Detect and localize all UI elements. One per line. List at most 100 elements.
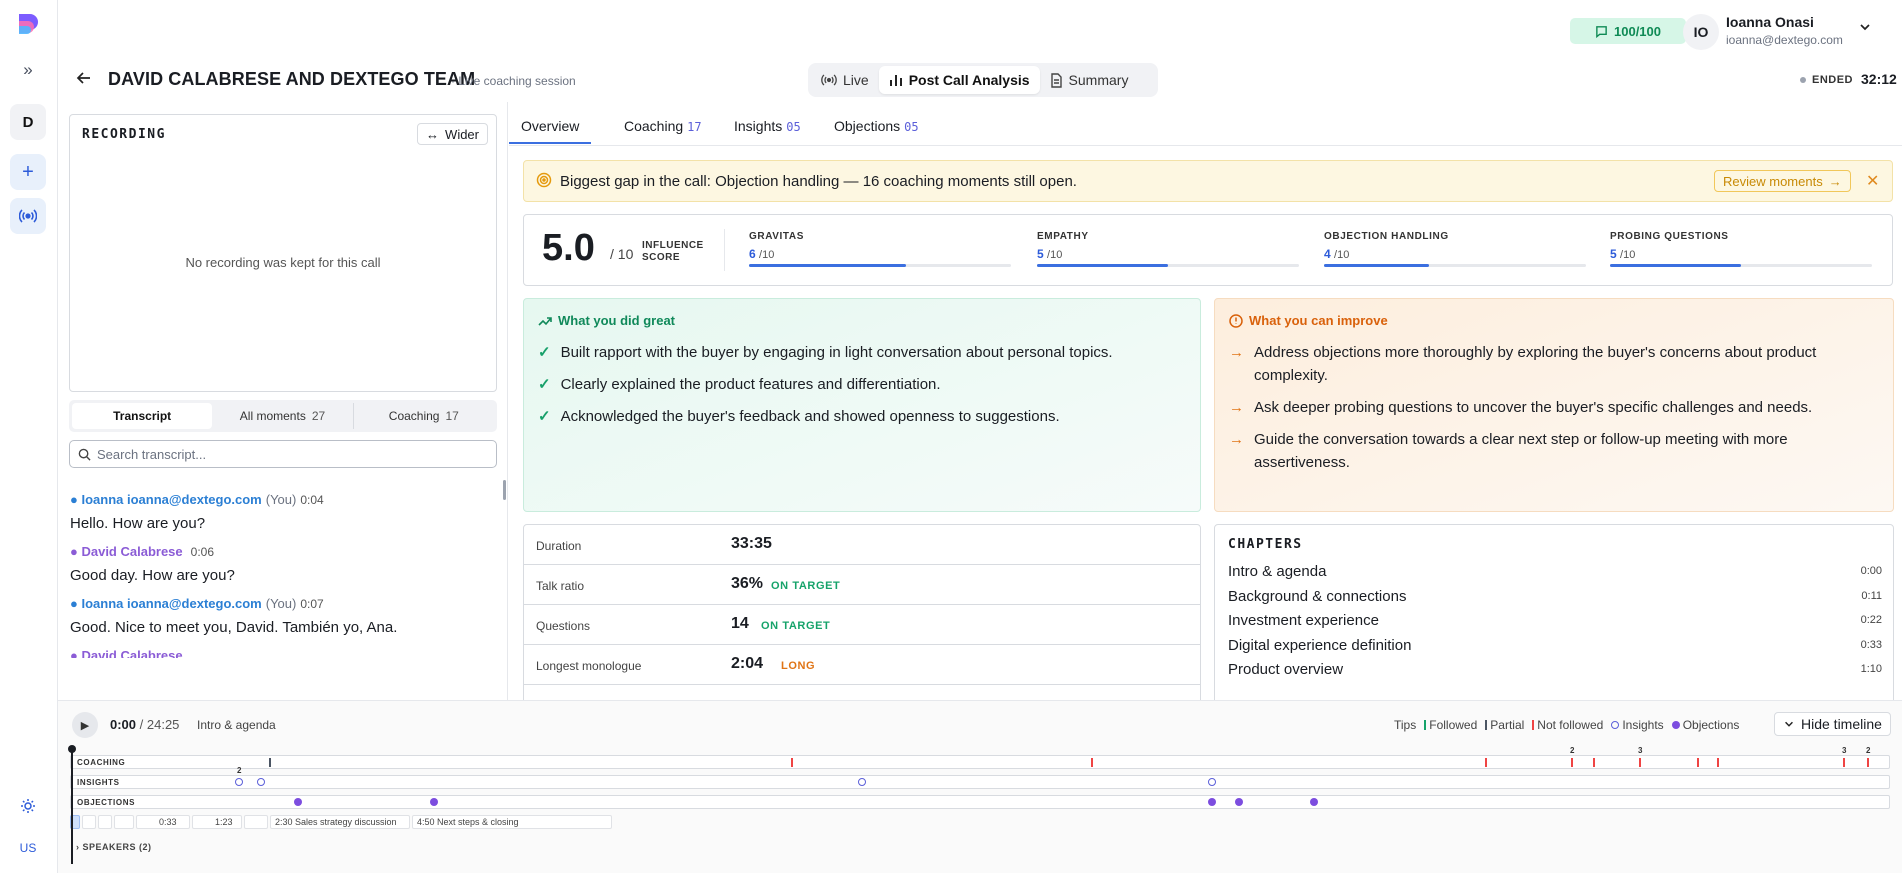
coaching-marker[interactable]	[1593, 758, 1595, 767]
chapter-segment[interactable]	[114, 815, 134, 829]
mode-live-label: Live	[843, 72, 869, 88]
objection-marker[interactable]	[430, 798, 438, 806]
chapter-segment[interactable]: 4:50 Next steps & closing	[412, 815, 612, 829]
tab-coaching[interactable]: Coaching 17	[354, 403, 494, 429]
search-transcript-input[interactable]: Search transcript...	[69, 440, 497, 468]
metric-name: PROBING QUESTIONS	[1610, 231, 1729, 242]
message-speaker: ● Ioanna ioanna@dextego.com (You) 0:04	[70, 492, 508, 507]
current-chapter: Intro & agenda	[197, 718, 276, 732]
bar-chart-icon	[889, 75, 902, 86]
new-session-button[interactable]: +	[10, 154, 46, 190]
tab-all-moments[interactable]: All moments 27	[212, 403, 354, 429]
tab-overview[interactable]: Overview	[509, 118, 592, 144]
objection-marker[interactable]	[294, 798, 302, 806]
theme-toggle-sun-icon[interactable]	[10, 788, 46, 824]
coaching-lane[interactable]: COACHING 2 3 3 2	[70, 746, 1890, 769]
coaching-marker[interactable]	[1485, 758, 1487, 767]
back-arrow-icon[interactable]	[76, 70, 92, 91]
expand-horizontal-icon: ↔	[426, 126, 440, 142]
legend-partial: Partial	[1485, 718, 1524, 732]
metric-value: 4 /10	[1324, 247, 1350, 261]
chapter-segment[interactable]	[82, 815, 96, 829]
list-item: ✓ Acknowledged the buyer's feedback and s…	[538, 405, 1178, 428]
tab-coaching[interactable]: Coaching 17	[624, 118, 702, 134]
transcript-tabs: Transcript All moments 27 Coaching 17	[69, 400, 497, 432]
chapter-segment[interactable]: 0:33	[136, 815, 190, 829]
review-moments-button[interactable]: Review moments →	[1714, 170, 1851, 192]
insight-marker[interactable]	[235, 778, 243, 786]
coaching-marker[interactable]	[791, 758, 793, 767]
chapter-segment[interactable]	[244, 815, 268, 829]
credits-badge[interactable]: 100/100	[1570, 18, 1686, 44]
chapter-item[interactable]: Intro & agenda 0:00	[1228, 563, 1882, 587]
coaching-marker[interactable]	[1571, 758, 1573, 767]
objections-lane[interactable]: OBJECTIONS	[70, 795, 1890, 809]
insight-marker[interactable]	[1208, 778, 1216, 786]
message-speaker: ● David Calabrese 0:06	[70, 544, 508, 559]
insights-lane[interactable]: INSIGHTS 2	[70, 766, 1890, 789]
coaching-marker[interactable]	[1697, 758, 1699, 767]
chapter-segment[interactable]: 2:30 Sales strategy discussion	[270, 815, 410, 829]
lane-label: COACHING	[77, 758, 126, 767]
insight-marker[interactable]	[858, 778, 866, 786]
chapter-item[interactable]: Digital experience definition 0:33	[1228, 637, 1882, 661]
speaker-dot: ●	[70, 596, 82, 611]
arrow-right-icon: →	[1229, 431, 1244, 448]
transcript-list: ● Ioanna ioanna@dextego.com (You) 0:04 Hell…	[58, 480, 508, 700]
chevron-down-icon[interactable]	[1858, 20, 1872, 37]
arrow-right-icon: →	[1229, 399, 1244, 416]
app-logo[interactable]	[16, 12, 40, 38]
mode-live[interactable]: Live	[811, 66, 879, 94]
strengths-list: ✓ Built rapport with the buyer by engagin…	[538, 341, 1178, 437]
expand-sidebar-icon[interactable]: »	[10, 52, 46, 88]
chapter-item[interactable]: Background & connections 0:11	[1228, 588, 1882, 612]
coaching-marker[interactable]	[1717, 758, 1719, 767]
chapter-segment[interactable]: 1:23	[192, 815, 242, 829]
tab-objections[interactable]: Objections 05	[834, 118, 919, 134]
speakers-toggle[interactable]: › SPEAKERS (2)	[76, 842, 152, 852]
transcript-message[interactable]: ● David Calabrese 0:06 Good day. How are y…	[70, 544, 508, 584]
insight-marker[interactable]	[257, 778, 265, 786]
tab-label: Overview	[521, 118, 580, 134]
divider	[724, 229, 725, 271]
locale-selector[interactable]: US	[10, 830, 46, 866]
objection-marker[interactable]	[1310, 798, 1318, 806]
no-recording-message: No recording was kept for this call	[185, 255, 381, 270]
chapter-segment[interactable]	[98, 815, 112, 829]
message-time: 0:06	[190, 545, 214, 559]
play-button[interactable]: ▶	[72, 712, 98, 738]
playhead[interactable]	[68, 745, 76, 864]
coaching-marker[interactable]	[269, 758, 271, 767]
transcript-message[interactable]: ● Ioanna ioanna@dextego.com (You) 0:07 Good…	[70, 596, 508, 636]
legend-not-followed: Not followed	[1532, 718, 1603, 732]
tab-transcript[interactable]: Transcript	[72, 403, 213, 429]
tab-insights[interactable]: Insights 05	[734, 118, 801, 134]
marker-count: 3	[1638, 746, 1643, 755]
hide-timeline-button[interactable]: Hide timeline	[1774, 712, 1891, 736]
transcript-scrollbar[interactable]	[503, 480, 506, 500]
mode-summary[interactable]: Summary	[1040, 66, 1139, 94]
coaching-marker[interactable]	[1867, 758, 1869, 767]
wider-label: Wider	[445, 126, 479, 142]
coaching-marker[interactable]	[1843, 758, 1845, 767]
coaching-marker[interactable]	[1639, 758, 1641, 767]
improvements-list: → Address objections more thoroughly by e…	[1229, 341, 1869, 483]
chapter-item[interactable]: Investment experience 0:22	[1228, 612, 1882, 636]
wider-button[interactable]: ↔ Wider	[417, 123, 488, 145]
transcript-message[interactable]: ● Ioanna ioanna@dextego.com (You) 0:04 Hell…	[70, 492, 508, 532]
workspace-switcher[interactable]: D	[10, 104, 46, 140]
mode-post-call-analysis[interactable]: Post Call Analysis	[878, 66, 1040, 94]
left-pane: RECORDING ↔ Wider No recording was kept …	[58, 102, 508, 700]
legend-tips: Tips	[1394, 718, 1417, 732]
mode-post-call-label: Post Call Analysis	[908, 72, 1030, 88]
avatar[interactable]: IO	[1683, 14, 1719, 50]
stat-label: Questions	[536, 619, 591, 633]
live-broadcast-icon	[821, 74, 837, 86]
objection-marker[interactable]	[1235, 798, 1243, 806]
metric-fill	[1324, 264, 1429, 267]
chapter-item[interactable]: Product overview 1:10	[1228, 661, 1882, 685]
coaching-marker[interactable]	[1091, 758, 1093, 767]
live-broadcast-icon[interactable]	[10, 198, 46, 234]
close-icon[interactable]: ✕	[1866, 171, 1879, 191]
objection-marker[interactable]	[1208, 798, 1216, 806]
